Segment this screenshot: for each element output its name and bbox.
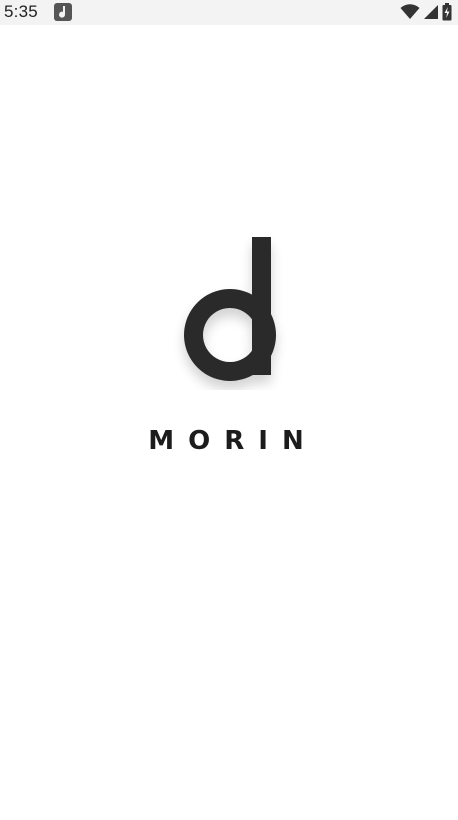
battery-charging-icon [442, 3, 452, 21]
status-bar: 5:35 [0, 0, 458, 25]
splash-screen: 5:35 MORIN [0, 0, 458, 820]
status-time: 5:35 [4, 2, 38, 21]
morin-wordmark: MORIN [148, 426, 317, 455]
morin-d-logo-icon [184, 237, 277, 381]
cell-signal-icon [424, 5, 438, 19]
music-app-icon [54, 3, 72, 21]
status-icons [400, 3, 452, 21]
wordmark-text: MORIN [148, 426, 317, 455]
wifi-icon [400, 4, 420, 19]
